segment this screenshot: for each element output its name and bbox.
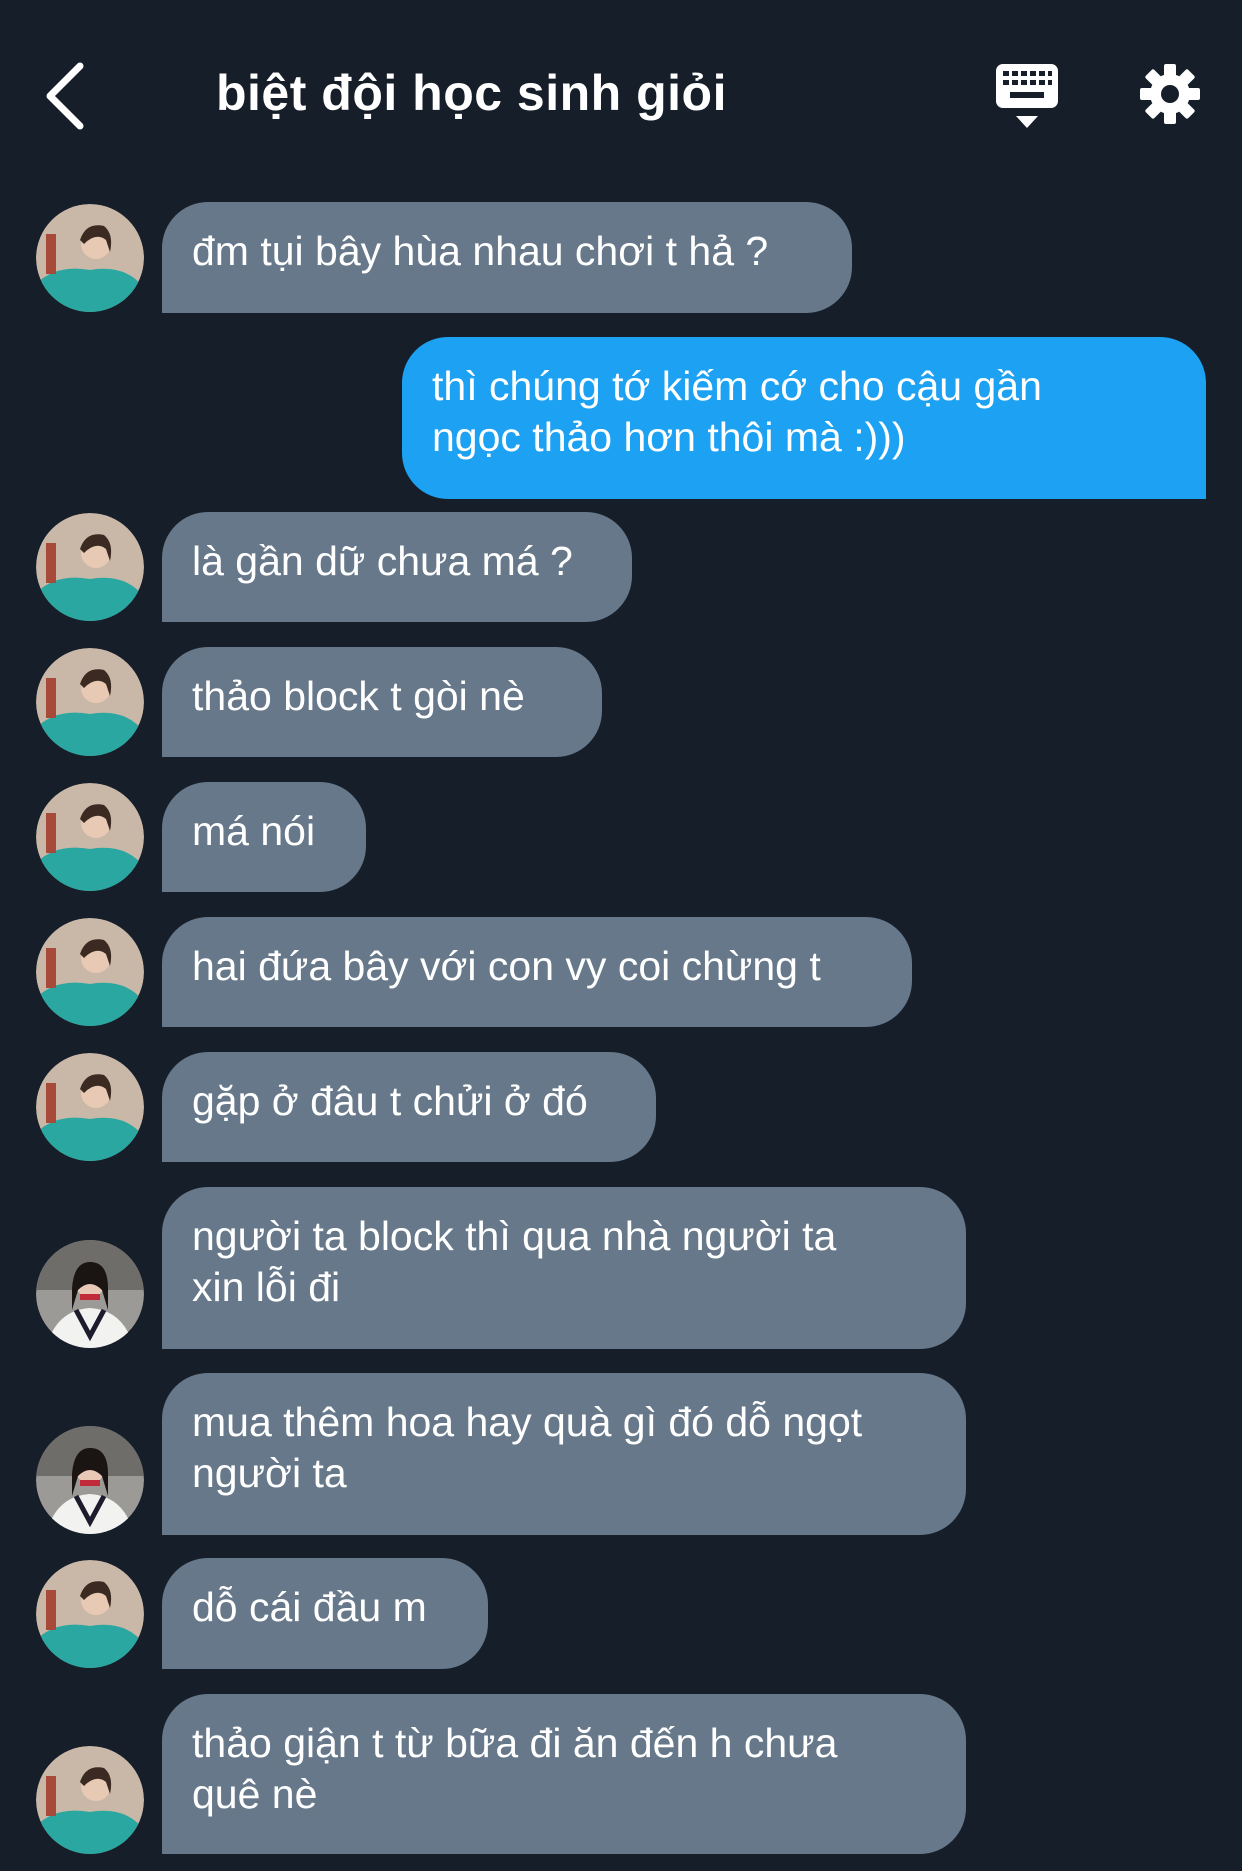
message-bubble-incoming[interactable]: là gần dữ chưa má ? xyxy=(162,512,632,622)
message-text-line: hai đứa bây với con vy coi chừng t xyxy=(192,943,821,989)
message-bubble-incoming[interactable]: mua thêm hoa hay quà gì đó dỗ ngọt người … xyxy=(162,1373,966,1535)
message-text-line: thì chúng tớ kiếm cớ cho cậu gần xyxy=(432,363,1042,409)
message-text-line: xin lỗi đi xyxy=(192,1264,341,1310)
message-bubble-incoming[interactable]: hai đứa bây với con vy coi chừng t xyxy=(162,917,912,1027)
avatar[interactable] xyxy=(36,513,144,621)
chat-header: biệt đội học sinh giỏi xyxy=(0,0,1242,175)
message-text-line: ngọc thảo hơn thôi mà :))) xyxy=(432,414,906,460)
message-bubble-incoming[interactable]: dỗ cái đầu m xyxy=(162,1558,488,1669)
message-text-line: má nói xyxy=(192,808,316,854)
avatar[interactable] xyxy=(36,1240,144,1348)
message-text-line: là gần dữ chưa má ? xyxy=(192,538,573,584)
avatar[interactable] xyxy=(36,1426,144,1534)
message-bubble-outgoing[interactable]: thì chúng tớ kiếm cớ cho cậu gần ngọc thả… xyxy=(402,337,1206,499)
avatar[interactable] xyxy=(36,1560,144,1668)
message-text-line: dỗ cái đầu m xyxy=(192,1584,427,1630)
message-text-line: thảo giận t từ bữa đi ăn đến h chưa xyxy=(192,1720,838,1766)
message-bubble-incoming[interactable]: má nói xyxy=(162,782,366,892)
message-bubble-incoming[interactable]: người ta block thì qua nhà người ta xin l… xyxy=(162,1187,966,1349)
settings-button[interactable] xyxy=(1138,62,1202,126)
avatar[interactable] xyxy=(36,648,144,756)
chat-screen: biệt đội học sinh giỏi đm tụi bây hùa nh… xyxy=(0,0,1242,1871)
gear-icon xyxy=(1140,64,1200,124)
message-text-line: mua thêm hoa hay quà gì đó dỗ ngọt xyxy=(192,1399,863,1445)
message-text-line: người ta xyxy=(192,1450,347,1496)
avatar[interactable] xyxy=(36,1053,144,1161)
avatar[interactable] xyxy=(36,918,144,1026)
message-bubble-incoming[interactable]: thảo block t gòi nè xyxy=(162,647,602,757)
chevron-left-icon xyxy=(46,62,84,130)
chat-title: biệt đội học sinh giỏi xyxy=(216,65,727,121)
message-text-line: quê nè xyxy=(192,1771,318,1817)
keyboard-icon xyxy=(996,64,1058,128)
avatar[interactable] xyxy=(36,1746,144,1854)
message-bubble-incoming[interactable]: đm tụi bây hùa nhau chơi t hả ? xyxy=(162,202,852,313)
message-bubble-incoming[interactable]: thảo giận t từ bữa đi ăn đến h chưa quê n… xyxy=(162,1694,966,1854)
avatar[interactable] xyxy=(36,783,144,891)
message-text-line: đm tụi bây hùa nhau chơi t hả ? xyxy=(192,228,769,274)
message-text-line: người ta block thì qua nhà người ta xyxy=(192,1213,837,1259)
back-button[interactable] xyxy=(36,58,106,138)
avatar[interactable] xyxy=(36,204,144,312)
message-text-line: gặp ở đâu t chửi ở đó xyxy=(192,1078,588,1124)
keyboard-button[interactable] xyxy=(994,62,1060,132)
message-bubble-incoming[interactable]: gặp ở đâu t chửi ở đó xyxy=(162,1052,656,1162)
message-text-line: thảo block t gòi nè xyxy=(192,673,525,719)
